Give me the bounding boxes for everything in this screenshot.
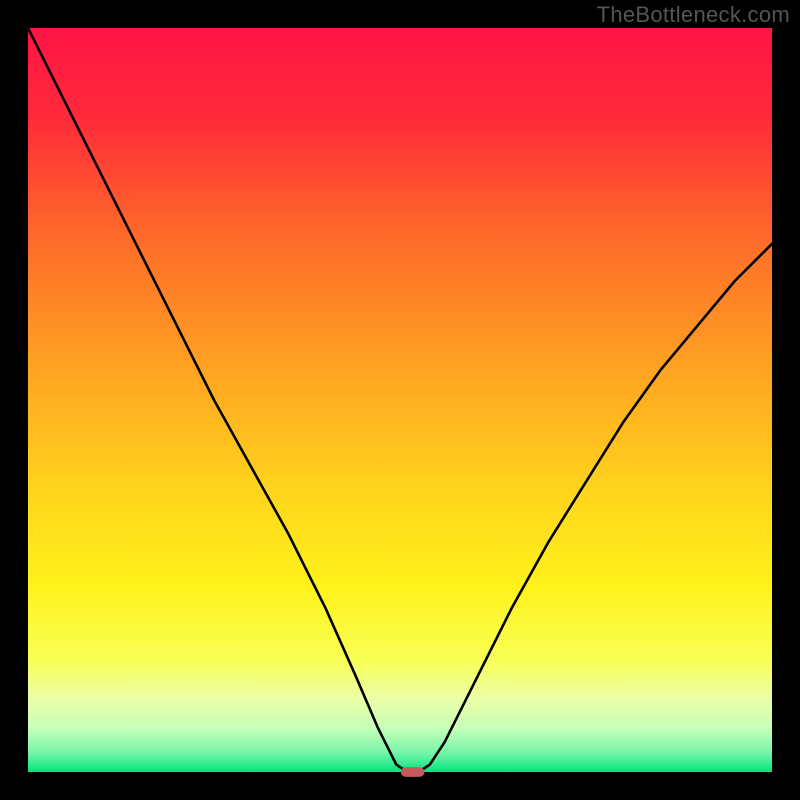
- watermark-text: TheBottleneck.com: [597, 2, 790, 28]
- plot-background: [28, 28, 772, 772]
- minimum-marker: [401, 767, 425, 777]
- chart-frame: TheBottleneck.com: [0, 0, 800, 800]
- bottleneck-chart: [0, 0, 800, 800]
